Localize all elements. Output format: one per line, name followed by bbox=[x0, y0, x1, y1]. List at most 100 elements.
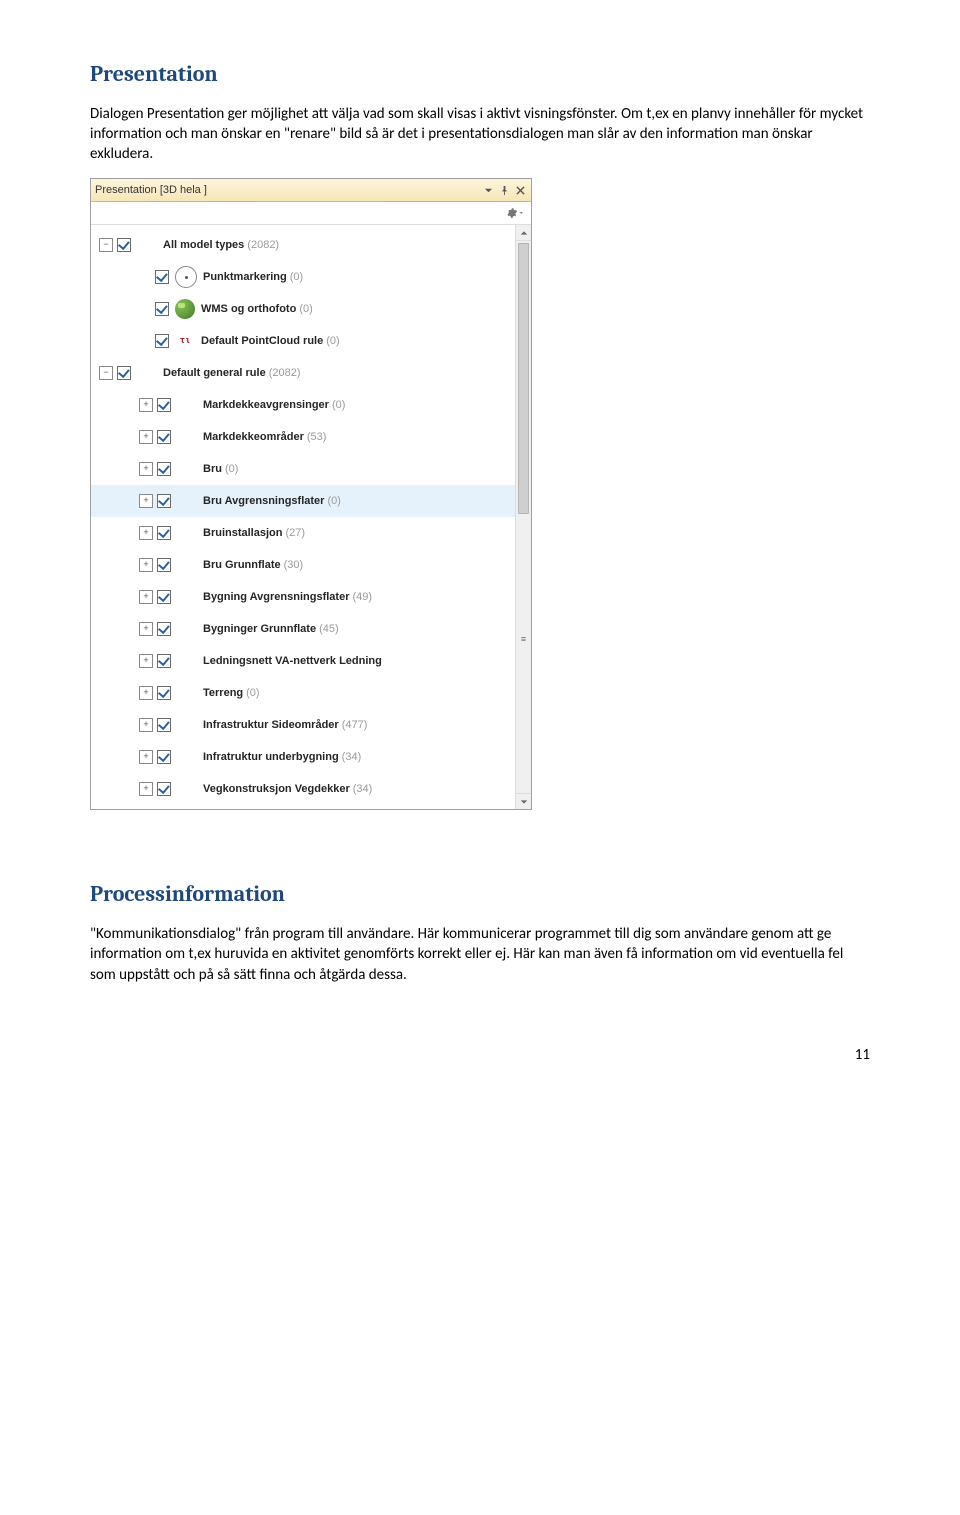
collapse-icon[interactable]: − bbox=[99, 238, 113, 252]
tree-row-label: Infrastruktur Sideområder bbox=[203, 718, 339, 733]
checkbox[interactable] bbox=[157, 494, 171, 508]
tree-row-count: (0) bbox=[326, 334, 339, 349]
tree-row-label: Punktmarkering bbox=[203, 270, 287, 285]
tree-row-count: (49) bbox=[352, 590, 372, 605]
panel-toolbar bbox=[91, 202, 531, 225]
tree-row[interactable]: + Infrastruktur Sideområder(477) bbox=[91, 709, 531, 741]
tree-row-count: (0) bbox=[332, 398, 345, 413]
scroll-down-icon[interactable] bbox=[516, 793, 531, 809]
dot-icon bbox=[175, 266, 197, 288]
para-processinformation: "Kommunikationsdialog" från program till… bbox=[90, 924, 870, 985]
checkbox[interactable] bbox=[157, 462, 171, 476]
tau-icon: τι bbox=[175, 331, 195, 351]
tree-row-label: Default general rule bbox=[163, 366, 266, 381]
tree-row[interactable]: τι Default PointCloud rule(0) bbox=[91, 325, 531, 357]
toggle-spacer bbox=[139, 335, 151, 347]
checkbox[interactable] bbox=[157, 686, 171, 700]
checkbox[interactable] bbox=[117, 366, 131, 380]
tree-row[interactable]: + Markdekkeområder(53) bbox=[91, 421, 531, 453]
checkbox[interactable] bbox=[157, 782, 171, 796]
tree-body: ≡ −All model types(2082)Punktmarkering(0… bbox=[91, 225, 531, 809]
tree-row-label: Bru bbox=[203, 462, 222, 477]
tree-row-label: Bru Grunnflate bbox=[203, 558, 281, 573]
gear-icon[interactable] bbox=[507, 205, 523, 221]
tree-row[interactable]: + Terreng(0) bbox=[91, 677, 531, 709]
expand-icon[interactable]: + bbox=[139, 398, 153, 412]
checkbox[interactable] bbox=[117, 238, 131, 252]
tree-row[interactable]: +Vegkonstruksjon Vegdekker(34) bbox=[91, 773, 531, 805]
checkbox[interactable] bbox=[157, 718, 171, 732]
expand-icon[interactable]: + bbox=[139, 622, 153, 636]
tree-row-count: (0) bbox=[225, 462, 238, 477]
scrollbar[interactable]: ≡ bbox=[515, 225, 531, 809]
tree-row[interactable]: +Bygninger Grunnflate(45) bbox=[91, 613, 531, 645]
checkbox[interactable] bbox=[157, 622, 171, 636]
checkbox[interactable] bbox=[157, 398, 171, 412]
dropdown-icon[interactable] bbox=[481, 183, 495, 197]
expand-icon[interactable]: + bbox=[139, 462, 153, 476]
panel-titlebar: Presentation [3D hela ] bbox=[91, 179, 531, 202]
checkbox[interactable] bbox=[157, 750, 171, 764]
tree-row-count: (30) bbox=[284, 558, 304, 573]
tree-row[interactable]: − Default general rule(2082) bbox=[91, 357, 531, 389]
tree-row-count: (0) bbox=[299, 302, 312, 317]
page-number: 11 bbox=[90, 1045, 870, 1065]
tree-row[interactable]: + Bru Grunnflate(30) bbox=[91, 549, 531, 581]
checkbox[interactable] bbox=[157, 590, 171, 604]
tree-row-count: (477) bbox=[342, 718, 368, 733]
pin-icon[interactable] bbox=[497, 183, 511, 197]
tree-row-label: Terreng bbox=[203, 686, 243, 701]
tree-row[interactable]: +Markdekkeavgrensinger(0) bbox=[91, 389, 531, 421]
toggle-spacer bbox=[139, 271, 151, 283]
expand-icon[interactable]: + bbox=[139, 430, 153, 444]
checkbox[interactable] bbox=[157, 654, 171, 668]
tree-row[interactable]: Punktmarkering(0) bbox=[91, 261, 531, 293]
scroll-mark-icon: ≡ bbox=[518, 634, 529, 644]
scroll-thumb[interactable] bbox=[518, 243, 529, 514]
expand-icon[interactable]: + bbox=[139, 558, 153, 572]
tree-row-count: (27) bbox=[285, 526, 305, 541]
tree-row-count: (0) bbox=[246, 686, 259, 701]
tree-row-count: (2082) bbox=[269, 366, 301, 381]
checkbox[interactable] bbox=[155, 302, 169, 316]
tree-row-label: Markdekkeområder bbox=[203, 430, 304, 445]
expand-icon[interactable]: + bbox=[139, 590, 153, 604]
tree-row-label: Default PointCloud rule bbox=[201, 334, 323, 349]
heading-presentation: Presentation bbox=[90, 60, 870, 90]
tree-row[interactable]: + Bruinstallasjon(27) bbox=[91, 517, 531, 549]
toggle-spacer bbox=[139, 303, 151, 315]
tree-row[interactable]: WMS og orthofoto(0) bbox=[91, 293, 531, 325]
checkbox[interactable] bbox=[155, 270, 169, 284]
expand-icon[interactable]: + bbox=[139, 526, 153, 540]
tree-row-label: Infratruktur underbygning bbox=[203, 750, 339, 765]
checkbox[interactable] bbox=[157, 526, 171, 540]
heading-processinformation: Processinformation bbox=[90, 880, 870, 910]
expand-icon[interactable]: + bbox=[139, 782, 153, 796]
expand-icon[interactable]: + bbox=[139, 686, 153, 700]
tree-row-count: (53) bbox=[307, 430, 327, 445]
tree-row[interactable]: + Bru(0) bbox=[91, 453, 531, 485]
scroll-up-icon[interactable] bbox=[516, 225, 531, 241]
tree-row-count: (34) bbox=[342, 750, 362, 765]
tree-row[interactable]: +Bru Avgrensningsflater(0) bbox=[91, 485, 531, 517]
tree-row-count: (0) bbox=[327, 494, 340, 509]
tree-row-label: Bruinstallasjon bbox=[203, 526, 282, 541]
tree-row[interactable]: +Bygning Avgrensningsflater(49) bbox=[91, 581, 531, 613]
tree-row[interactable]: + Infratruktur underbygning(34) bbox=[91, 741, 531, 773]
checkbox[interactable] bbox=[157, 430, 171, 444]
close-icon[interactable] bbox=[513, 183, 527, 197]
checkbox[interactable] bbox=[155, 334, 169, 348]
tree-row-label: Ledningsnett VA-nettverk Ledning bbox=[203, 654, 382, 669]
tree-row-label: All model types bbox=[163, 238, 244, 253]
tree-row[interactable]: + Ledningsnett VA-nettverk Ledning bbox=[91, 645, 531, 677]
tree-row[interactable]: − All model types(2082) bbox=[91, 229, 531, 261]
para-presentation: Dialogen Presentation ger möjlighet att … bbox=[90, 104, 870, 165]
checkbox[interactable] bbox=[157, 558, 171, 572]
expand-icon[interactable]: + bbox=[139, 654, 153, 668]
expand-icon[interactable]: + bbox=[139, 750, 153, 764]
expand-icon[interactable]: + bbox=[139, 494, 153, 508]
expand-icon[interactable]: + bbox=[139, 718, 153, 732]
tree-row-count: (2082) bbox=[247, 238, 279, 253]
panel-title: Presentation [3D hela ] bbox=[95, 183, 479, 198]
collapse-icon[interactable]: − bbox=[99, 366, 113, 380]
